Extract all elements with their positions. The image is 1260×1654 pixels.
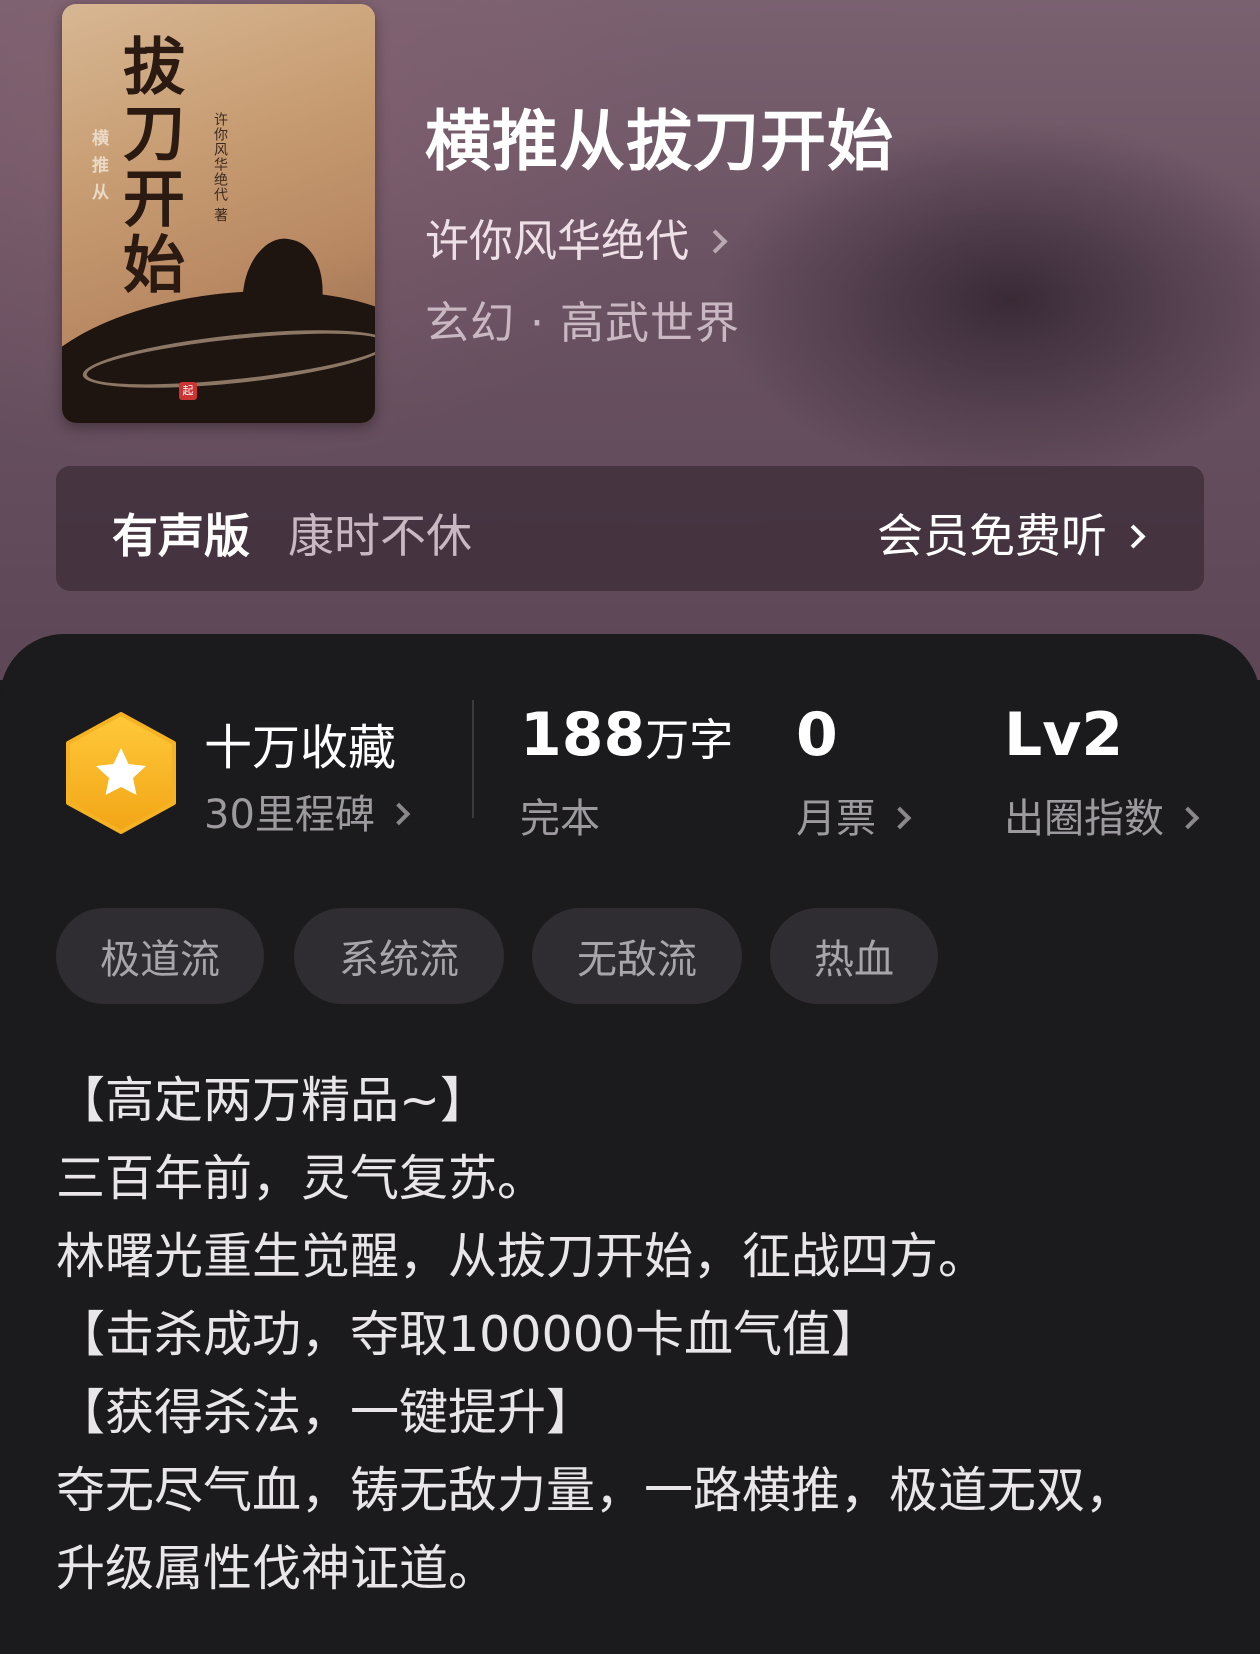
star-hexagon-icon[interactable]: [62, 712, 180, 834]
cover-small-title: 横推从: [88, 129, 108, 210]
tag-chip[interactable]: 系统流: [294, 908, 504, 1004]
audio-narrator: 康时不休: [288, 509, 472, 563]
monthly-tickets-link[interactable]: 月票: [796, 786, 912, 844]
milestone-label: 30里程碑: [204, 792, 375, 838]
book-cover[interactable]: 拔刀开始 横推从 许你风华绝代 著 起: [62, 4, 375, 423]
description-line: 【击杀成功，夺取100000卡血气值】: [56, 1306, 881, 1363]
tag-chip[interactable]: 热血: [770, 908, 938, 1004]
book-description[interactable]: 【高定两万精品~】 三百年前，灵气复苏。 林曙光重生觉醒，从拔刀开始，征战四方。…: [56, 1062, 1236, 1608]
description-line: 夺无尽气血，铸无敌力量，一路横推，极道无双，: [56, 1462, 1135, 1519]
cover-author: 许你风华绝代 著: [212, 112, 228, 223]
popularity-index-label: 出圈指数: [1004, 796, 1164, 842]
description-line: 【获得杀法，一键提升】: [56, 1384, 596, 1441]
chevron-right-icon: [703, 228, 728, 254]
publisher-seal-icon: 起: [179, 382, 197, 400]
favorites-count: 十万收藏: [204, 720, 397, 776]
book-status: 完本: [520, 796, 600, 842]
cover-big-title: 拔刀开始: [112, 34, 185, 298]
stats-divider: [472, 700, 474, 818]
popularity-index-value: Lv2: [1004, 700, 1124, 770]
author-name: 许你风华绝代: [425, 216, 689, 267]
chevron-right-icon: [387, 802, 411, 826]
author-link[interactable]: 许你风华绝代: [425, 205, 728, 269]
member-free-listen-button[interactable]: 会员免费听: [877, 500, 1146, 566]
chevron-right-icon: [1176, 806, 1200, 830]
monthly-tickets-count: 0: [796, 700, 838, 770]
milestone-link[interactable]: 30里程碑: [204, 782, 411, 840]
chevron-right-icon: [888, 806, 912, 830]
popularity-index-link[interactable]: 出圈指数: [1004, 786, 1200, 844]
description-line: 【高定两万精品~】: [56, 1072, 490, 1129]
member-free-listen-label: 会员免费听: [877, 509, 1107, 563]
book-genre: 玄幻 · 高武世界: [425, 298, 740, 349]
description-line: 三百年前，灵气复苏。: [56, 1150, 547, 1207]
book-title: 横推从拔刀开始: [425, 102, 894, 180]
chevron-right-icon: [1121, 524, 1146, 549]
description-line: 升级属性伐神证道。: [56, 1540, 498, 1597]
word-count-unit: 万字: [645, 715, 734, 766]
tag-chip[interactable]: 无敌流: [532, 908, 742, 1004]
tag-chip[interactable]: 极道流: [56, 908, 264, 1004]
word-count: 188万字: [520, 700, 733, 770]
description-line: 林曙光重生觉醒，从拔刀开始，征战四方。: [56, 1228, 988, 1285]
monthly-tickets-label: 月票: [796, 796, 876, 842]
word-count-value: 188: [520, 700, 646, 770]
audio-version-bar[interactable]: 有声版 康时不休 会员免费听: [56, 466, 1204, 591]
audio-label: 有声版: [112, 509, 250, 563]
